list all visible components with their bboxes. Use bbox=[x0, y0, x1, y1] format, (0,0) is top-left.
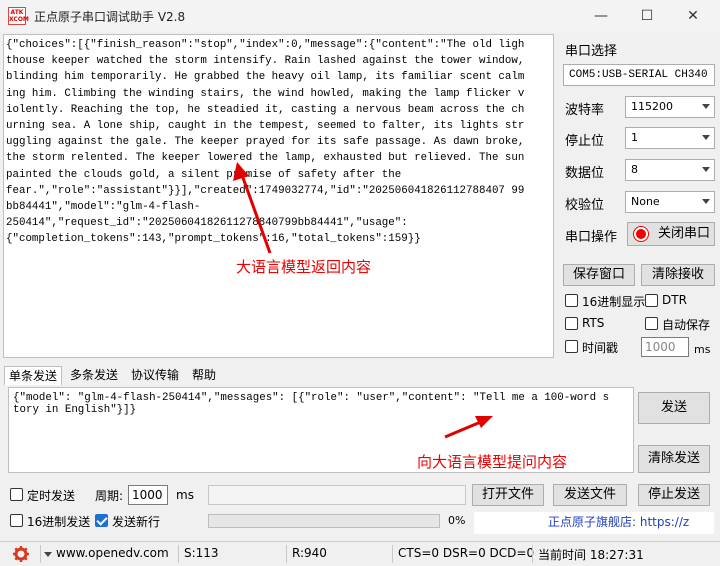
auto-save-label: 自动保存 bbox=[662, 318, 711, 332]
parity-value: None bbox=[631, 195, 660, 208]
port-select-value: COM5:USB-SERIAL CH340 bbox=[569, 69, 708, 81]
tab-multi-send[interactable]: 多条发送 bbox=[66, 366, 122, 385]
data-bits-value: 8 bbox=[631, 163, 638, 176]
open-file-button[interactable]: 打开文件 bbox=[472, 484, 544, 506]
dtr-label: DTR bbox=[662, 293, 687, 307]
hex-display-label: 16进制显示 bbox=[582, 295, 646, 309]
close-port-button[interactable]: 关闭串口 bbox=[627, 222, 715, 246]
logo-line2: XCOM bbox=[9, 16, 29, 23]
chevron-down-icon[interactable] bbox=[44, 552, 52, 558]
gear-icon[interactable] bbox=[12, 545, 30, 563]
period-input[interactable]: 1000 bbox=[128, 485, 168, 505]
receive-area[interactable]: {"choices":[{"finish_reason":"stop","ind… bbox=[3, 34, 554, 358]
send-newline-checkbox[interactable] bbox=[95, 514, 108, 527]
received-count: R:940 bbox=[292, 546, 327, 560]
send-area[interactable]: {"model": "glm-4-flash-250414","messages… bbox=[8, 387, 634, 473]
window-title: 正点原子串口调试助手 V2.8 bbox=[34, 10, 186, 24]
baud-value: 115200 bbox=[631, 100, 673, 113]
tab-help[interactable]: 帮助 bbox=[188, 366, 220, 385]
hex-display-checkbox[interactable] bbox=[565, 294, 578, 307]
parity-select[interactable]: None bbox=[625, 191, 715, 213]
minimize-button[interactable]: — bbox=[578, 0, 624, 32]
receive-annotation: 大语言模型返回内容 bbox=[236, 258, 372, 276]
store-link[interactable]: 正点原子旗舰店: https://z bbox=[474, 512, 714, 534]
period-label: 周期: bbox=[95, 489, 124, 503]
signal-status: CTS=0 DSR=0 DCD=0 bbox=[398, 546, 535, 560]
data-bits-select[interactable]: 8 bbox=[625, 159, 715, 181]
port-operation-label: 串口操作 bbox=[565, 230, 618, 245]
progress-text: 0% bbox=[448, 514, 466, 527]
stop-bits-select[interactable]: 1 bbox=[625, 127, 715, 149]
stop-bits-value: 1 bbox=[631, 131, 638, 144]
timestamp-unit: ms bbox=[694, 343, 711, 356]
tab-protocol[interactable]: 协议传输 bbox=[127, 366, 183, 385]
dtr-checkbox[interactable] bbox=[645, 294, 658, 307]
send-progress-bar bbox=[208, 514, 440, 528]
current-time: 当前时间 18:27:31 bbox=[538, 548, 644, 562]
chevron-down-icon bbox=[702, 199, 710, 204]
chevron-down-icon bbox=[702, 135, 710, 140]
baud-label: 波特率 bbox=[565, 103, 605, 118]
close-port-label: 关闭串口 bbox=[658, 226, 711, 241]
website-link[interactable]: www.openedv.com bbox=[56, 546, 169, 560]
rts-label: RTS bbox=[582, 316, 605, 330]
chevron-down-icon bbox=[702, 104, 710, 109]
stop-send-button[interactable]: 停止发送 bbox=[638, 484, 710, 506]
clear-receive-button[interactable]: 清除接收 bbox=[641, 264, 715, 286]
timestamp-label: 时间戳 bbox=[582, 341, 619, 355]
timed-send-label: 定时发送 bbox=[27, 489, 76, 503]
hex-send-label: 16进制发送 bbox=[27, 515, 91, 529]
save-window-button[interactable]: 保存窗口 bbox=[563, 264, 635, 286]
logo-line1: ATK bbox=[10, 9, 24, 16]
period-unit: ms bbox=[176, 488, 194, 502]
auto-save-checkbox[interactable] bbox=[645, 317, 658, 330]
send-file-button[interactable]: 发送文件 bbox=[553, 484, 627, 506]
stop-bits-label: 停止位 bbox=[565, 134, 605, 149]
maximize-button[interactable]: ☐ bbox=[624, 0, 670, 32]
port-select-label: 串口选择 bbox=[565, 44, 618, 59]
chevron-down-icon bbox=[702, 167, 710, 172]
clear-send-button[interactable]: 清除发送 bbox=[638, 445, 710, 473]
rts-checkbox[interactable] bbox=[565, 317, 578, 330]
annotation-arrow-up bbox=[233, 162, 272, 254]
parity-label: 校验位 bbox=[565, 198, 605, 213]
file-path-input[interactable] bbox=[208, 485, 466, 505]
tab-single-send[interactable]: 单条发送 bbox=[4, 366, 63, 385]
send-button[interactable]: 发送 bbox=[638, 392, 710, 424]
timestamp-checkbox[interactable] bbox=[565, 340, 578, 353]
hex-send-checkbox[interactable] bbox=[10, 514, 23, 527]
data-bits-label: 数据位 bbox=[565, 166, 605, 181]
port-status-icon bbox=[634, 227, 648, 241]
timestamp-input[interactable]: 1000 bbox=[641, 337, 689, 357]
app-window: ATK XCOM 正点原子串口调试助手 V2.8 — ☐ ✕ {"choices… bbox=[0, 0, 720, 566]
close-button[interactable]: ✕ bbox=[670, 0, 716, 32]
status-bar: www.openedv.com S:113 R:940 CTS=0 DSR=0 … bbox=[0, 541, 720, 566]
send-annotation: 向大语言模型提问内容 bbox=[417, 453, 568, 471]
title-bar: ATK XCOM 正点原子串口调试助手 V2.8 — ☐ ✕ bbox=[0, 0, 720, 32]
send-newline-label: 发送新行 bbox=[112, 515, 161, 529]
baud-select[interactable]: 115200 bbox=[625, 96, 715, 118]
sent-count: S:113 bbox=[184, 546, 219, 560]
app-logo: ATK XCOM bbox=[8, 7, 29, 25]
timed-send-checkbox[interactable] bbox=[10, 488, 23, 501]
port-select[interactable]: COM5:USB-SERIAL CH340 bbox=[563, 64, 715, 86]
